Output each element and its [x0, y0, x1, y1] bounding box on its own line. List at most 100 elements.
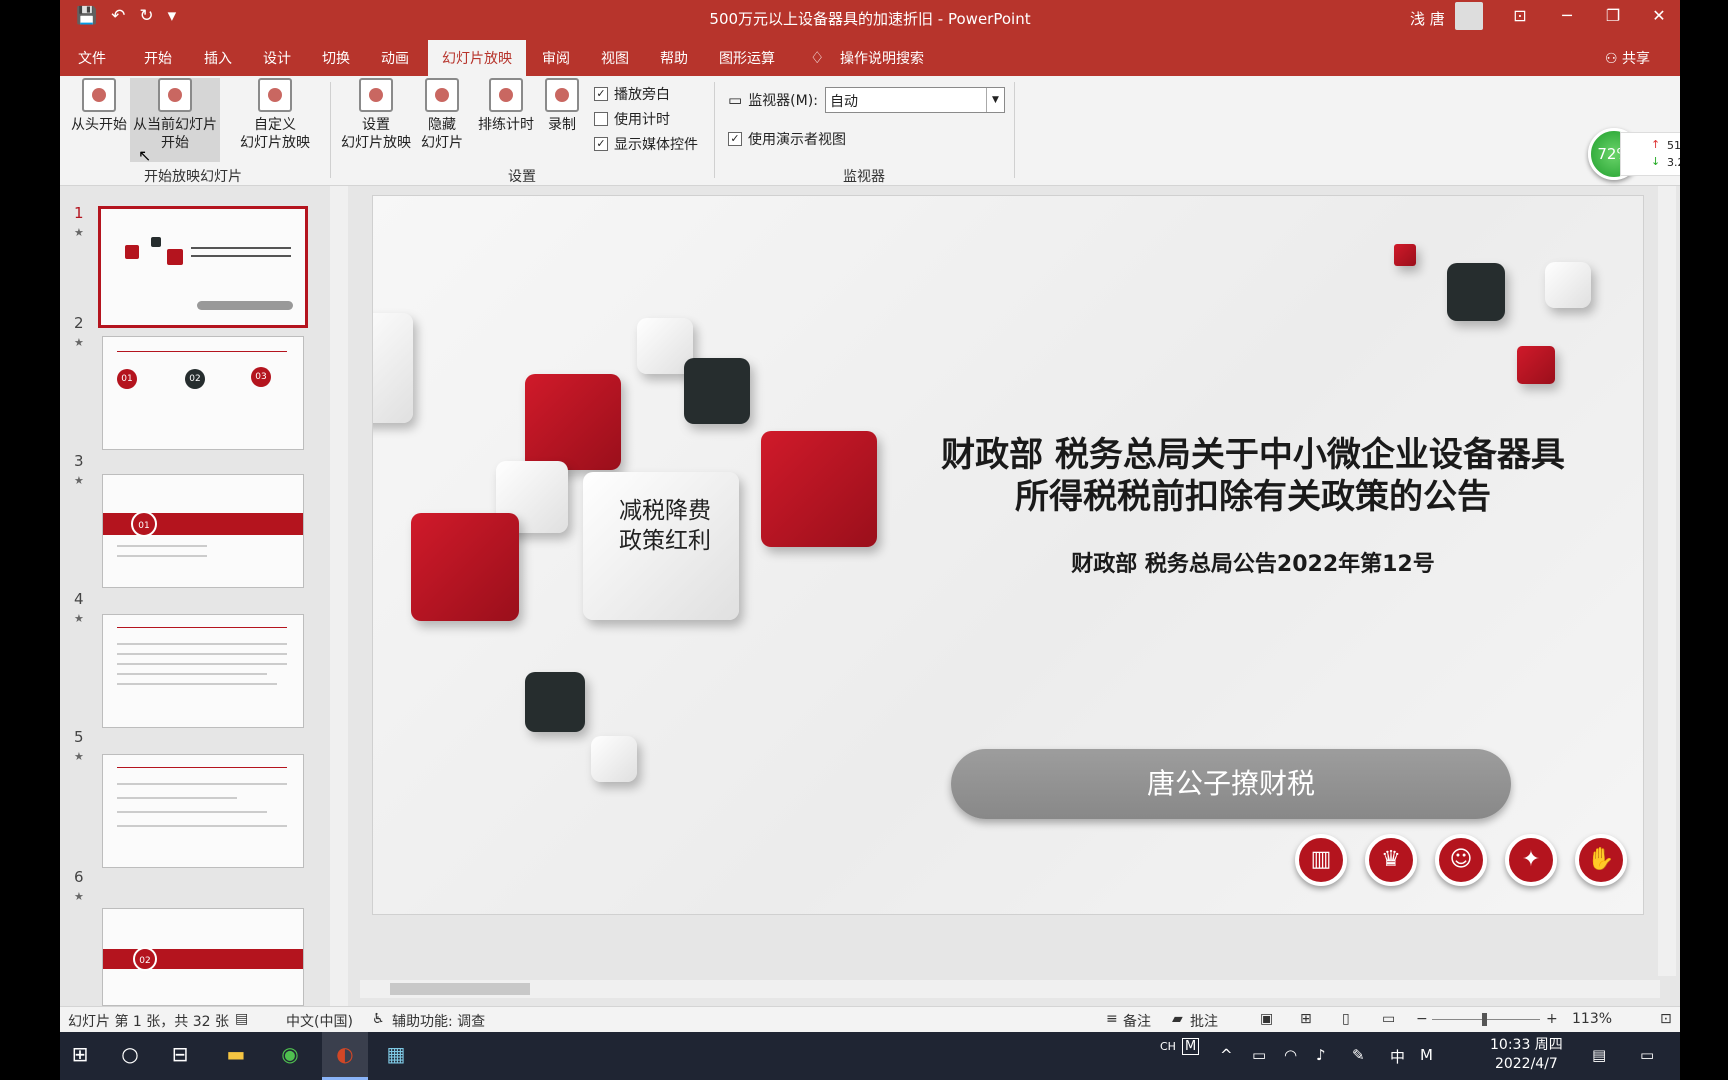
- ime-mode-icon[interactable]: M: [1182, 1038, 1200, 1055]
- stopwatch-icon: [489, 78, 523, 112]
- windows-start-icon[interactable]: ⊞: [60, 1042, 100, 1066]
- tab-file[interactable]: 文件: [78, 48, 106, 68]
- task-view-icon[interactable]: ⊟: [160, 1042, 200, 1066]
- slide-square: [373, 313, 413, 423]
- slideshow-view-icon[interactable]: ▭: [1382, 1011, 1395, 1027]
- ime-secondary[interactable]: M: [1420, 1046, 1433, 1064]
- tab-transitions[interactable]: 切换: [322, 48, 350, 68]
- restore-icon[interactable]: ❐: [1601, 6, 1625, 25]
- slide-canvas[interactable]: 减税降费政策红利 财政部 税务总局关于中小微企业设备器具所得税税前扣除有关政策的…: [372, 195, 1644, 915]
- slide-counter: 幻灯片 第 1 张，共 32 张: [68, 1014, 229, 1030]
- avatar[interactable]: [1455, 2, 1483, 30]
- notes-tray-icon[interactable]: ▤: [1592, 1046, 1606, 1064]
- thumb-line: [117, 797, 237, 799]
- custom-show-button[interactable]: 自定义 幻灯片放映: [230, 78, 320, 162]
- battery-icon[interactable]: ▭: [1252, 1046, 1266, 1064]
- thumb-number: 4: [74, 590, 84, 608]
- from-beginning-button[interactable]: 从头开始: [66, 78, 132, 150]
- slide-vertical-scrollbar[interactable]: [1658, 186, 1676, 976]
- rehearse-label: 排练计时: [478, 117, 534, 133]
- comments-icon: ▰: [1172, 1011, 1183, 1027]
- scroll-thumb[interactable]: [390, 983, 530, 995]
- slide-thumb-2[interactable]: 01 02 03: [102, 336, 304, 450]
- custom-show-label: 自定义 幻灯片放映: [240, 117, 310, 151]
- record-button[interactable]: 录制: [540, 78, 584, 162]
- checkbox-checked: ✓: [594, 137, 608, 151]
- slide-thumb-5[interactable]: [102, 754, 304, 868]
- thumb-line: [117, 783, 287, 785]
- play-narration-checkbox[interactable]: ✓ 播放旁白: [594, 84, 670, 104]
- zoom-slider-thumb[interactable]: [1482, 1013, 1487, 1026]
- tell-me-search[interactable]: 操作说明搜索: [840, 48, 924, 68]
- slide-horizontal-scrollbar[interactable]: [360, 980, 1660, 998]
- notes-button[interactable]: 备注: [1123, 1011, 1151, 1031]
- slide-thumb-6[interactable]: 02: [102, 908, 304, 1006]
- net-speed-panel[interactable]: ↑ 513K/s ↓ 3.2K/s: [1620, 132, 1680, 176]
- thumb-shape: [125, 245, 139, 259]
- pen-icon[interactable]: ✎: [1352, 1046, 1365, 1064]
- use-timings-checkbox[interactable]: 使用计时: [594, 109, 670, 129]
- slide-square: [761, 431, 877, 547]
- spell-check-icon[interactable]: ▤: [235, 1011, 248, 1027]
- separator: [1014, 82, 1015, 178]
- status-bar: 幻灯片 第 1 张，共 32 张 ▤ 中文(中国) ♿ 辅助功能: 调查 ≡ 备…: [60, 1006, 1680, 1032]
- zoom-in-icon[interactable]: +: [1546, 1011, 1558, 1027]
- tab-animations[interactable]: 动画: [381, 48, 409, 68]
- show-media-controls-checkbox[interactable]: ✓ 显示媒体控件: [594, 134, 698, 154]
- thumb-line: [117, 663, 287, 665]
- rehearse-timings-button[interactable]: 排练计时: [474, 78, 538, 150]
- user-name[interactable]: 浅 唐: [1410, 8, 1445, 29]
- tab-shape-ops[interactable]: 图形运算: [719, 48, 775, 68]
- slide-square: [1545, 262, 1591, 308]
- fit-slide-icon[interactable]: ⊡: [1660, 1011, 1672, 1027]
- thumb-line: [117, 351, 287, 352]
- tray-chevron-icon[interactable]: ^: [1220, 1046, 1233, 1064]
- tab-home[interactable]: 开始: [144, 48, 172, 68]
- language-indicator[interactable]: 中文(中国): [286, 1011, 353, 1031]
- close-icon[interactable]: ✕: [1647, 6, 1671, 25]
- wifi-icon[interactable]: ◠: [1284, 1046, 1297, 1064]
- tab-view[interactable]: 视图: [601, 48, 629, 68]
- accessibility-status[interactable]: 辅助功能: 调查: [392, 1011, 485, 1031]
- ribbon-display-icon[interactable]: ⊡: [1508, 6, 1532, 25]
- tab-slideshow[interactable]: 幻灯片放映: [428, 40, 526, 79]
- tab-help[interactable]: 帮助: [660, 48, 688, 68]
- app-taskbar-icon[interactable]: ▦: [376, 1042, 416, 1066]
- zoom-out-icon[interactable]: −: [1416, 1011, 1428, 1027]
- browser-icon[interactable]: ◉: [270, 1042, 310, 1066]
- notifications-icon[interactable]: ▭: [1640, 1046, 1654, 1064]
- powerpoint-taskbar-icon[interactable]: ◐: [322, 1032, 368, 1080]
- thumb-line: [117, 811, 267, 813]
- thumbnail-scrollbar[interactable]: [330, 186, 348, 1006]
- slide-thumb-1[interactable]: [98, 206, 308, 328]
- search-icon[interactable]: ○: [110, 1042, 150, 1066]
- play-slide-icon: [82, 78, 116, 112]
- share-button[interactable]: ⚇ 共享: [1605, 48, 1650, 68]
- minimize-icon[interactable]: ─: [1555, 6, 1579, 25]
- ime-ch[interactable]: CH: [1160, 1040, 1176, 1053]
- setup-show-button[interactable]: 设置 幻灯片放映: [336, 78, 416, 162]
- reading-view-icon[interactable]: ▯: [1342, 1011, 1350, 1027]
- zoom-level[interactable]: 113%: [1572, 1011, 1612, 1027]
- tab-design[interactable]: 设计: [263, 48, 291, 68]
- slide-square: [684, 358, 750, 424]
- slide-square: [525, 672, 585, 732]
- mouse-cursor-icon: ↖: [138, 146, 152, 165]
- presenter-view-checkbox[interactable]: ✓ 使用演示者视图: [728, 129, 846, 149]
- slide-thumb-3[interactable]: 01: [102, 474, 304, 588]
- taskbar-clock[interactable]: 10:33 周四 2022/4/7: [1490, 1036, 1563, 1074]
- monitor-icon: ▭: [728, 91, 743, 109]
- monitor-select[interactable]: 自动 ▼: [825, 87, 1005, 113]
- comments-button[interactable]: 批注: [1190, 1011, 1218, 1031]
- hide-slide-button[interactable]: 隐藏 幻灯片: [418, 78, 466, 162]
- tab-review[interactable]: 审阅: [542, 48, 570, 68]
- volume-icon[interactable]: ♪: [1316, 1046, 1326, 1064]
- building-icon: ▥: [1295, 834, 1347, 886]
- slide-thumb-4[interactable]: [102, 614, 304, 728]
- record-icon: [545, 78, 579, 112]
- ime-indicator[interactable]: 中: [1390, 1046, 1405, 1067]
- normal-view-icon[interactable]: ▣: [1260, 1011, 1273, 1027]
- tab-insert[interactable]: 插入: [204, 48, 232, 68]
- sorter-view-icon[interactable]: ⊞: [1300, 1011, 1312, 1027]
- file-explorer-icon[interactable]: ▬: [216, 1042, 256, 1066]
